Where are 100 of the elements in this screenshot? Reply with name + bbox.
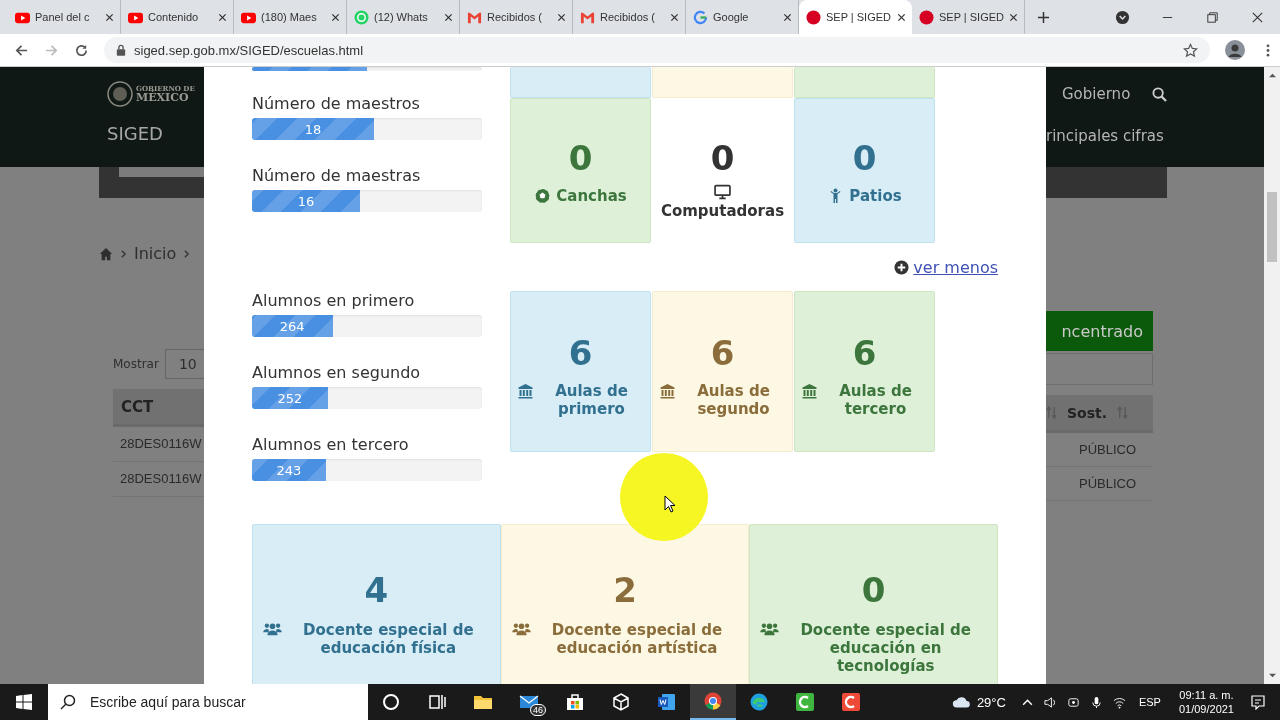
temperature-text[interactable]: 29°C [976, 694, 1006, 710]
stat-caption: Aulas de tercero [838, 382, 913, 418]
stat-value: 4 [364, 573, 389, 607]
close-icon[interactable] [557, 12, 566, 22]
task-view-icon [427, 692, 447, 712]
camera-icon[interactable] [1066, 695, 1080, 709]
stat-caption: Patios [849, 187, 902, 205]
chat-icon [354, 9, 369, 25]
stat-caption: Docente especial de educación física [302, 621, 475, 657]
close-icon[interactable] [897, 12, 906, 22]
bag-icon [565, 692, 585, 712]
close-icon[interactable] [105, 12, 114, 22]
star-icon[interactable] [1183, 42, 1198, 58]
scroll-up-icon[interactable] [1267, 72, 1277, 79]
stat-value: 2 [613, 573, 637, 607]
stat-value: 6 [710, 336, 735, 370]
document-icon [657, 692, 677, 712]
building-icon [517, 383, 534, 399]
scrollbar[interactable] [1264, 67, 1280, 684]
speaker-icon[interactable] [1043, 695, 1057, 709]
users-icon [263, 622, 282, 637]
google-icon [693, 9, 708, 25]
stat-caption: Aulas de segundo [696, 382, 771, 418]
search-icon [60, 694, 76, 710]
stat-label: Número de maestros [252, 94, 421, 114]
stat-value: 6 [568, 336, 593, 370]
stat-label: Alumnos en primero [252, 291, 416, 311]
scroll-thumb[interactable] [1267, 192, 1277, 262]
users-icon [760, 622, 780, 637]
stat-value: 6 [852, 336, 877, 370]
language-indicator[interactable]: ESP [1138, 696, 1161, 708]
logo-text: MÉXICO [136, 92, 189, 103]
scroll-down-icon[interactable] [1267, 672, 1277, 679]
address-field[interactable]: siged.sep.gob.mx/SIGED/escuelas.html [104, 37, 1210, 63]
cloud-icon[interactable] [950, 694, 973, 710]
table-cell: PÚBLICO [1046, 467, 1153, 501]
home-icon[interactable] [99, 246, 113, 261]
wifi-icon[interactable] [1112, 695, 1126, 709]
stat-label: Alumnos en segundo [252, 363, 422, 383]
microphone-icon[interactable] [1089, 695, 1103, 709]
reload-icon[interactable] [74, 42, 89, 58]
close-icon[interactable] [331, 12, 340, 22]
building-icon [659, 383, 676, 399]
taskbar-button[interactable] [690, 684, 736, 720]
close-icon[interactable] [1009, 12, 1018, 22]
show-label: Mostrar [113, 357, 159, 371]
browser-tab[interactable]: SEP | SIGED [799, 0, 912, 34]
close-icon[interactable] [783, 12, 792, 22]
stat-caption: Aulas de primero [554, 382, 629, 418]
cube-icon [611, 692, 631, 712]
avatar-icon[interactable] [1225, 40, 1245, 60]
nav-link[interactable]: rincipales cifras [1046, 127, 1264, 145]
show-less-link[interactable]: ver menos [913, 257, 998, 277]
chrome-icon [703, 691, 723, 711]
app-icon [841, 692, 861, 712]
building-icon [801, 383, 818, 399]
progress-fill: 252 [252, 387, 328, 409]
seal-icon [107, 81, 133, 107]
menu-icon[interactable] [1266, 42, 1270, 58]
taskbar-button[interactable]: 46 [506, 684, 552, 720]
stat-value: 0 [710, 141, 735, 175]
stat-label: Número de maestras [252, 166, 422, 186]
count-badge: 46 [530, 704, 546, 716]
search-field[interactable] [1046, 353, 1153, 385]
chevron-icon [120, 248, 127, 259]
download-button[interactable]: ncentrado [1046, 311, 1153, 351]
search-icon[interactable] [1152, 86, 1168, 102]
stat-caption: Canchas [556, 187, 627, 205]
stat-value: 0 [852, 141, 877, 175]
stat-caption: Docente especial de educación en tecnologías [799, 621, 972, 675]
close-icon[interactable] [444, 12, 453, 22]
clock[interactable]: 09:11 a. m. 01/09/2021 [1178, 688, 1234, 716]
stat-value: 0 [568, 141, 593, 175]
restore-icon[interactable] [1205, 9, 1220, 25]
search-field[interactable]: Escribe aquí para buscar [48, 684, 368, 720]
plus-circle-icon[interactable] [894, 259, 910, 275]
progress-fill: 18 [252, 118, 374, 140]
swirl-icon [749, 692, 769, 712]
nav-link[interactable]: Gobierno [1062, 85, 1131, 103]
stat-label: Alumnos en tercero [252, 435, 410, 455]
cursor-icon [664, 495, 676, 513]
users-icon [511, 622, 531, 637]
table-cell: PÚBLICO [1046, 433, 1153, 467]
tab-search-icon[interactable] [1115, 9, 1130, 25]
app-icon [795, 692, 815, 712]
close-icon[interactable] [670, 12, 679, 22]
monitor-icon [714, 184, 731, 200]
new-tab-icon[interactable] [1037, 10, 1050, 24]
notification-icon[interactable] [1250, 694, 1266, 710]
windows-icon[interactable] [16, 694, 32, 710]
circle-icon [381, 692, 401, 712]
progress-fill: 243 [252, 459, 326, 481]
stat-caption: Docente especial de educación artística [550, 621, 724, 657]
close-icon[interactable] [218, 12, 227, 22]
stat-value: 0 [861, 573, 886, 607]
lock-icon [116, 44, 126, 56]
dot-icon [919, 9, 934, 25]
stat-caption: Computadoras [660, 202, 785, 220]
site-title[interactable]: SIGED [107, 123, 163, 144]
dot-icon [806, 9, 821, 25]
